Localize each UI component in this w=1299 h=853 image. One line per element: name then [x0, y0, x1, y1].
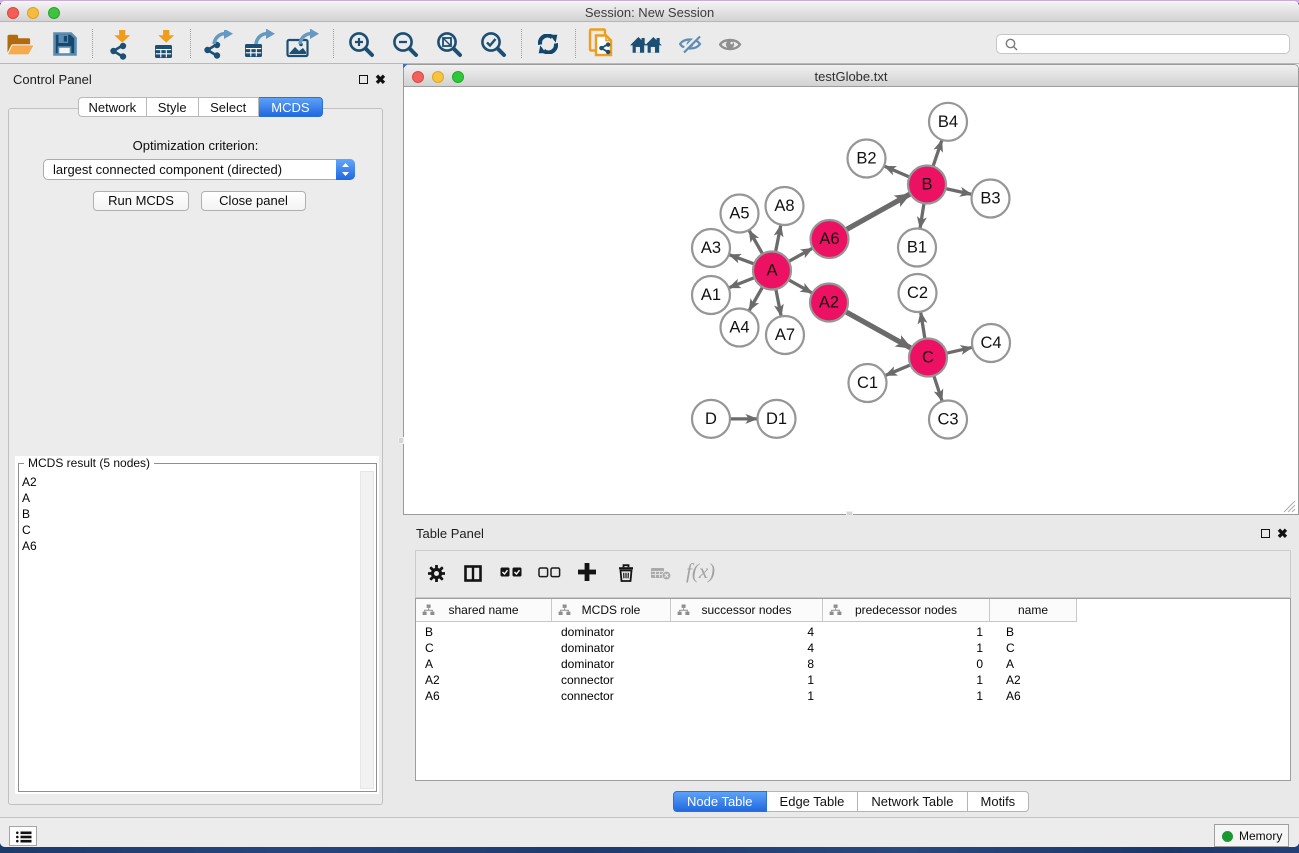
svg-text:B2: B2 [856, 149, 876, 167]
svg-text:C4: C4 [980, 334, 1001, 352]
svg-text:A5: A5 [729, 204, 749, 222]
svg-text:C1: C1 [856, 374, 877, 392]
svg-text:A6: A6 [819, 230, 839, 248]
svg-text:B: B [921, 175, 932, 193]
svg-text:A8: A8 [774, 197, 794, 215]
svg-text:C: C [922, 348, 934, 366]
svg-text:A1: A1 [700, 286, 720, 304]
svg-text:D1: D1 [765, 409, 786, 427]
svg-text:B3: B3 [980, 189, 1000, 207]
svg-text:A2: A2 [818, 293, 838, 311]
svg-text:C2: C2 [906, 284, 927, 302]
svg-text:A: A [766, 261, 777, 279]
svg-text:A3: A3 [700, 239, 720, 257]
svg-text:D: D [705, 409, 717, 427]
svg-text:A7: A7 [774, 326, 794, 344]
svg-text:A4: A4 [729, 318, 749, 336]
svg-text:C3: C3 [937, 410, 958, 428]
svg-text:B1: B1 [906, 238, 926, 256]
svg-text:B4: B4 [937, 112, 957, 130]
